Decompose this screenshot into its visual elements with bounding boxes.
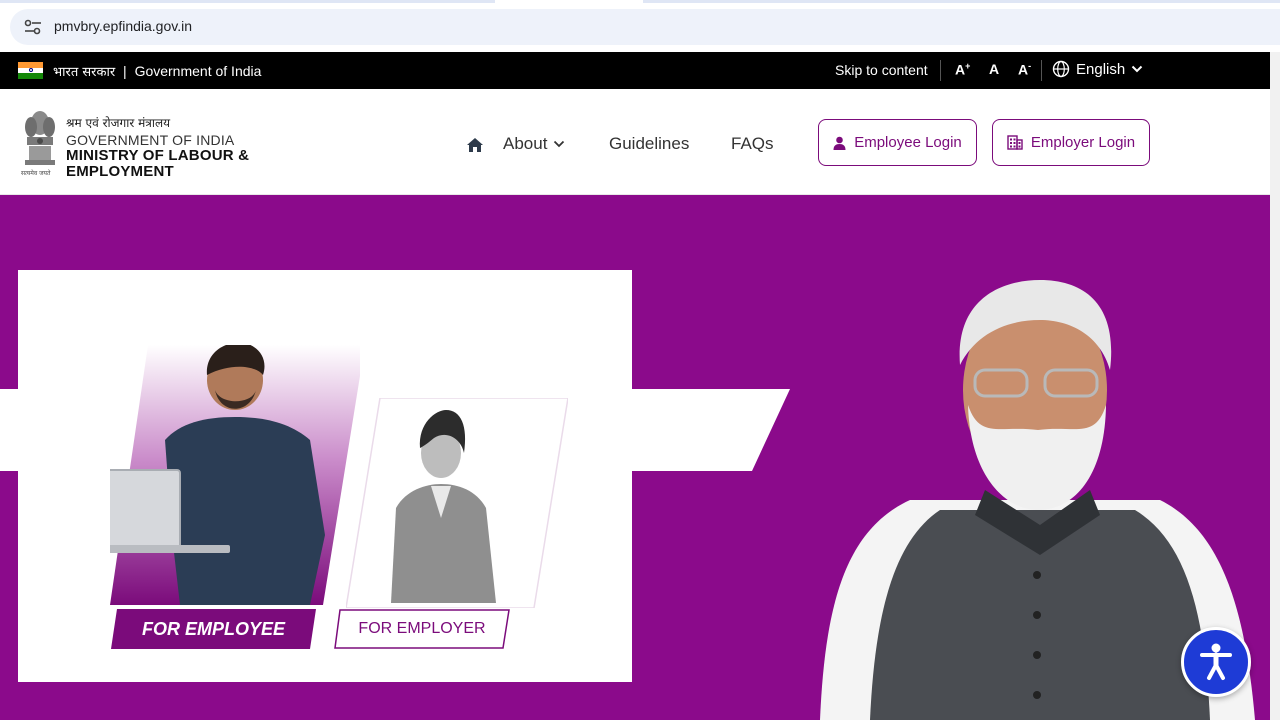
language-label: English (1076, 60, 1126, 78)
ministry-name-line2: EMPLOYMENT (66, 163, 174, 180)
ministry-name[interactable]: MINISTRY OF LABOUR & EMPLOYMENT (66, 148, 249, 180)
home-icon[interactable] (466, 137, 484, 153)
globe-icon (1052, 60, 1070, 78)
font-increase-sup: + (965, 61, 971, 71)
skip-to-content-link[interactable]: Skip to content (835, 62, 928, 78)
india-flag-icon (18, 62, 43, 79)
nav-faqs-label: FAQs (731, 134, 774, 153)
for-employer-label: FOR EMPLOYER (358, 620, 486, 637)
accessibility-button[interactable] (1181, 627, 1251, 697)
nav-guidelines-label: Guidelines (609, 134, 690, 153)
font-decrease-label: A (1018, 61, 1029, 78)
employee-image[interactable] (110, 345, 360, 605)
national-emblem-icon (25, 111, 55, 165)
divider (940, 60, 941, 81)
user-icon (833, 136, 846, 150)
page-scrollbar[interactable] (1270, 52, 1280, 720)
gov-separator: | (123, 63, 127, 79)
chevron-down-icon (1131, 65, 1143, 73)
scheme-card: FOR EMPLOYEE FOR EMPLOYER (18, 270, 632, 682)
font-normal-button[interactable]: A (989, 61, 999, 77)
for-employee-label: FOR EMPLOYEE (141, 618, 285, 639)
gov-top-strip: भारत सरकार | Government of India Skip to… (0, 52, 1270, 89)
font-increase-button[interactable]: A+ (955, 61, 970, 78)
employee-login-label: Employee Login (854, 134, 962, 151)
gov-hindi-label: भारत सरकार (53, 65, 116, 80)
employee-login-button[interactable]: Employee Login (818, 119, 977, 166)
site-info-icon[interactable] (22, 17, 44, 37)
nav-about[interactable]: About (503, 134, 565, 154)
address-bar[interactable]: pmvbry.epfindia.gov.in (10, 9, 1280, 45)
employer-image[interactable] (346, 398, 568, 608)
building-icon (1007, 135, 1023, 150)
font-increase-label: A (955, 61, 966, 78)
chevron-down-icon (554, 140, 565, 148)
for-employer-button[interactable]: FOR EMPLOYER (334, 609, 510, 649)
site-header: सत्यमेव जयते श्रम एवं रोजगार मंत्रालय GO… (0, 89, 1270, 195)
gov-english-label: Government of India (134, 63, 262, 79)
employer-login-label: Employer Login (1030, 134, 1136, 151)
font-decrease-button[interactable]: A- (1018, 61, 1031, 78)
ministry-hindi-name: श्रम एवं रोजगार मंत्रालय (66, 116, 171, 130)
nav-about-label: About (503, 134, 548, 153)
accessibility-icon (1200, 643, 1232, 680)
government-of-india-text: GOVERNMENT OF INDIA (66, 132, 235, 148)
nav-guidelines[interactable]: Guidelines (609, 134, 689, 154)
font-decrease-sup: - (1028, 61, 1032, 71)
for-employee-button[interactable]: FOR EMPLOYEE (111, 609, 316, 649)
ministry-name-line1: MINISTRY OF LABOUR & (66, 147, 250, 164)
employer-login-button[interactable]: Employer Login (992, 119, 1150, 166)
government-of-india-label: भारत सरकार | Government of India (53, 62, 261, 80)
language-selector[interactable]: English (1052, 60, 1143, 78)
hero-banner: FOR EMPLOYEE FOR EMPLOYER (0, 195, 1270, 720)
emblem-motto: सत्यमेव जयते (21, 170, 51, 177)
tab-strip (0, 0, 1280, 3)
browser-toolbar: pmvbry.epfindia.gov.in (0, 0, 1280, 52)
nav-faqs[interactable]: FAQs (731, 134, 774, 154)
url-text[interactable]: pmvbry.epfindia.gov.in (54, 18, 192, 34)
divider (1041, 60, 1042, 81)
